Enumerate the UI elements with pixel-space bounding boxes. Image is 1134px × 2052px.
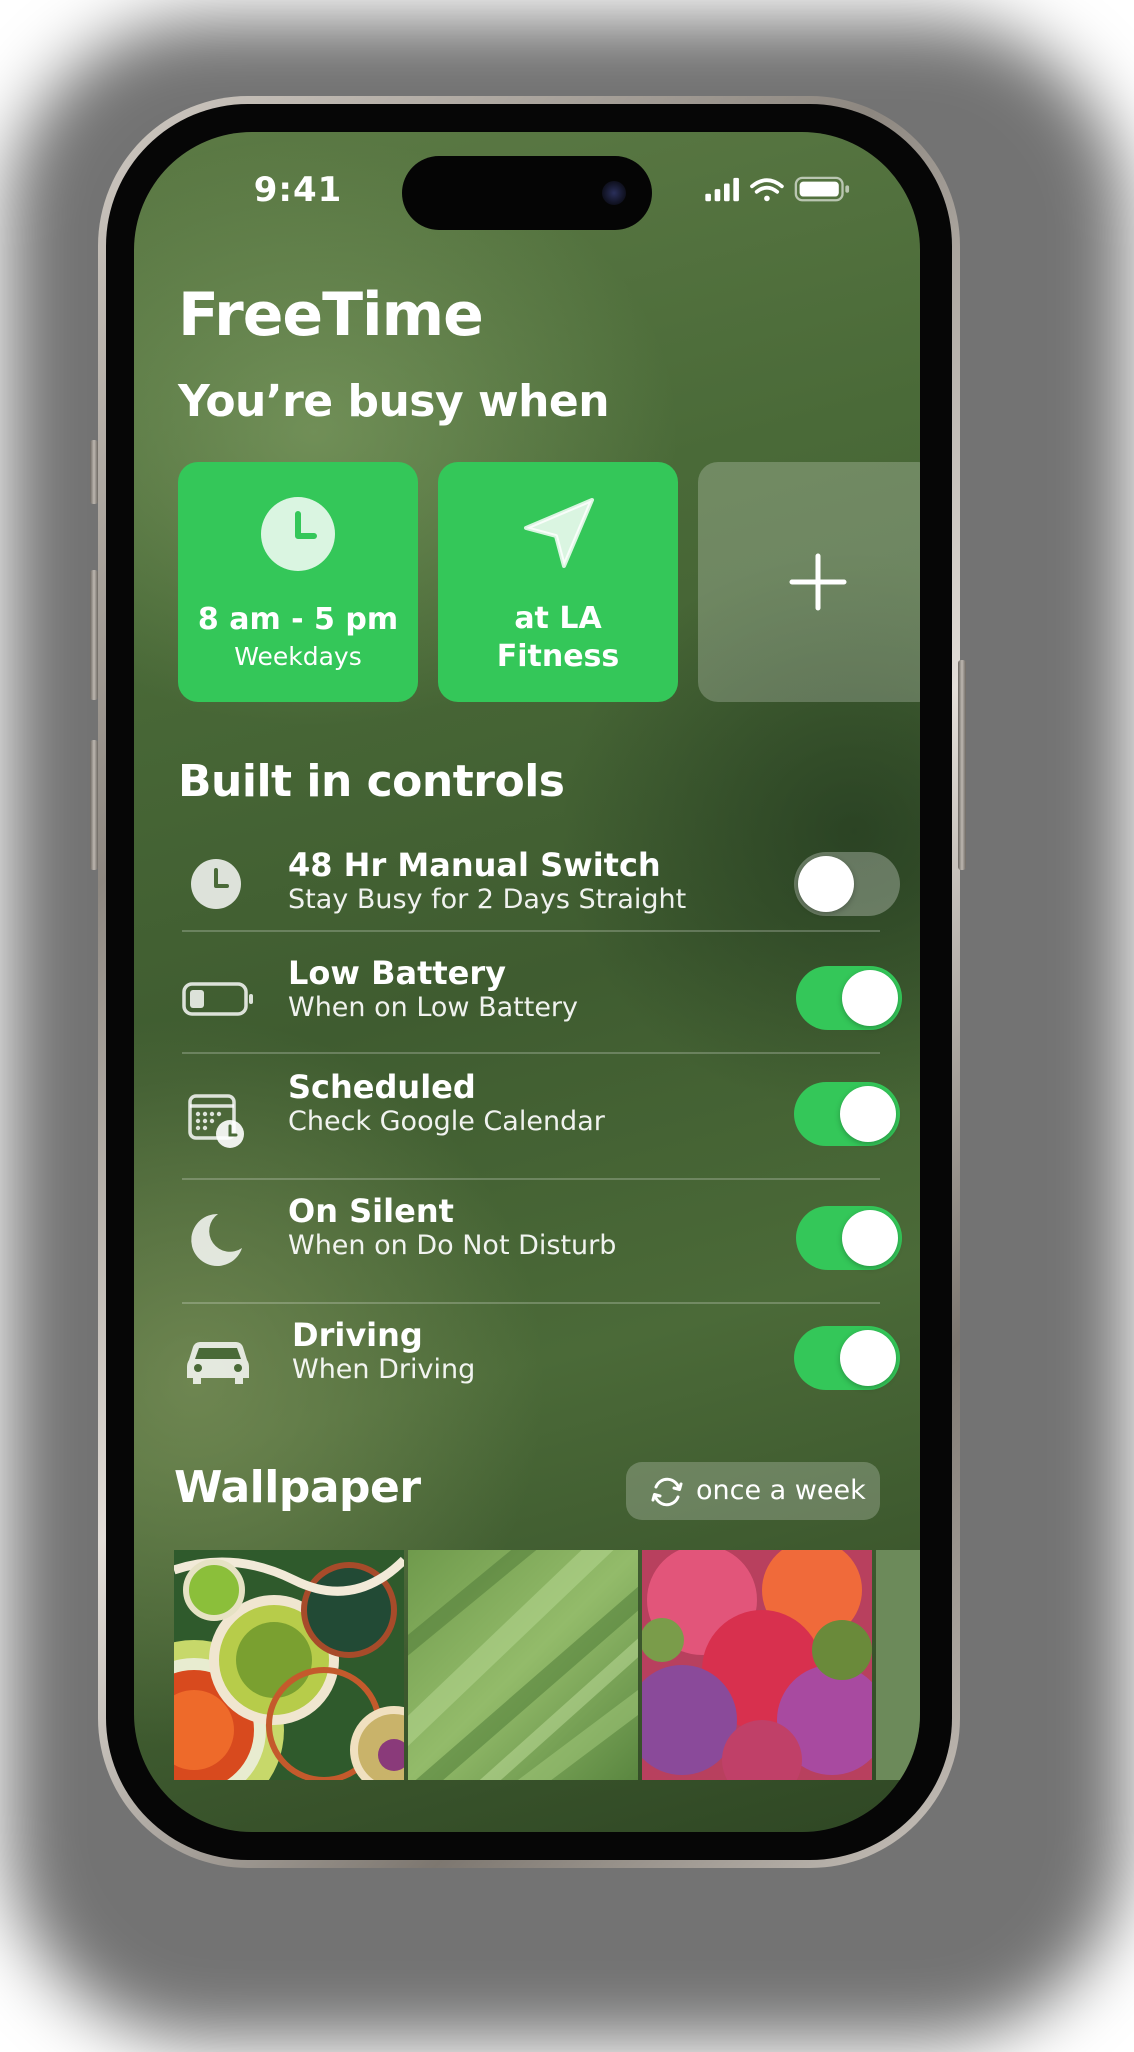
calendar-clock-icon <box>188 1094 244 1148</box>
controls-section-title: Built in controls <box>178 756 565 807</box>
clock-icon <box>261 497 335 571</box>
location-arrow-icon <box>524 498 594 568</box>
control-subtitle: Check Google Calendar <box>288 1106 605 1137</box>
wallpaper-section-title: Wallpaper <box>174 1462 421 1513</box>
control-row-manual-switch: 48 Hr Manual Switch Stay Busy for 2 Days… <box>174 836 900 936</box>
control-row-scheduled: Scheduled Check Google Calendar <box>174 1068 900 1178</box>
control-subtitle: Stay Busy for 2 Days Straight <box>288 884 687 915</box>
schedule-time-range: 8 am - 5 pm <box>197 602 399 637</box>
wifi-icon <box>750 178 784 202</box>
agate-swirl-image <box>174 1550 404 1780</box>
location-label: at LA Fitness <box>496 601 620 674</box>
refresh-icon <box>651 1477 683 1507</box>
moon-icon <box>191 1213 242 1266</box>
battery-low-icon <box>182 982 253 1016</box>
control-subtitle: When on Low Battery <box>288 992 579 1023</box>
low-battery-toggle[interactable] <box>796 966 902 1030</box>
control-row-driving: Driving When Driving <box>174 1316 900 1416</box>
front-camera <box>602 181 626 205</box>
control-row-on-silent: On Silent When on Do Not Disturb <box>174 1192 902 1302</box>
toggle-knob <box>842 1210 898 1266</box>
wallpaper-thumbnail-more[interactable] <box>876 1550 920 1780</box>
clock-icon <box>191 859 241 909</box>
phone-screen: 9:41 FreeTime You’re busy when 8 am - 5 <box>134 132 920 1832</box>
volume-up-button <box>90 570 98 700</box>
divider <box>182 1302 880 1304</box>
car-icon <box>187 1342 249 1384</box>
frequency-label: once a week <box>696 1475 866 1506</box>
schedule-days: Weekdays <box>234 642 362 671</box>
manual-switch-toggle[interactable] <box>794 852 900 916</box>
add-busy-condition-button[interactable] <box>698 462 920 702</box>
wallpaper-frequency-button[interactable]: once a week <box>626 1462 880 1520</box>
control-title: Driving <box>292 1316 423 1354</box>
cellular-signal-icon <box>705 177 739 202</box>
control-subtitle: When on Do Not Disturb <box>288 1230 617 1261</box>
busy-card-schedule[interactable]: 8 am - 5 pm Weekdays <box>178 462 418 702</box>
status-icons <box>705 176 850 202</box>
volume-down-button <box>90 740 98 870</box>
wallpaper-thumbnail-agate[interactable] <box>174 1550 404 1780</box>
control-subtitle: When Driving <box>292 1354 476 1385</box>
control-title: 48 Hr Manual Switch <box>288 846 661 884</box>
driving-toggle[interactable] <box>794 1326 900 1390</box>
grass-blur-image <box>408 1550 638 1780</box>
app-title: FreeTime <box>178 280 484 350</box>
busy-card-location[interactable]: at LA Fitness <box>438 462 678 702</box>
control-row-low-battery: Low Battery When on Low Battery <box>174 952 902 1052</box>
toggle-knob <box>798 856 854 912</box>
on-silent-toggle[interactable] <box>796 1206 902 1270</box>
wallpaper-thumbnail-grass[interactable] <box>408 1550 638 1780</box>
toggle-knob <box>840 1086 896 1142</box>
toggle-knob <box>840 1330 896 1386</box>
control-title: Low Battery <box>288 954 506 992</box>
dynamic-island <box>402 156 652 230</box>
divider <box>182 1052 880 1054</box>
busy-section-title: You’re busy when <box>178 376 610 427</box>
power-button <box>958 660 966 870</box>
status-time: 9:41 <box>253 170 343 210</box>
flower-blur-image <box>642 1550 872 1780</box>
divider <box>182 1178 880 1180</box>
control-title: On Silent <box>288 1192 454 1230</box>
plus-icon <box>789 553 847 611</box>
scheduled-toggle[interactable] <box>794 1082 900 1146</box>
toggle-knob <box>842 970 898 1026</box>
action-button <box>90 440 98 504</box>
wallpaper-thumbnail-flowers[interactable] <box>642 1550 872 1780</box>
control-title: Scheduled <box>288 1068 476 1106</box>
divider <box>182 930 880 932</box>
battery-icon <box>794 176 850 202</box>
